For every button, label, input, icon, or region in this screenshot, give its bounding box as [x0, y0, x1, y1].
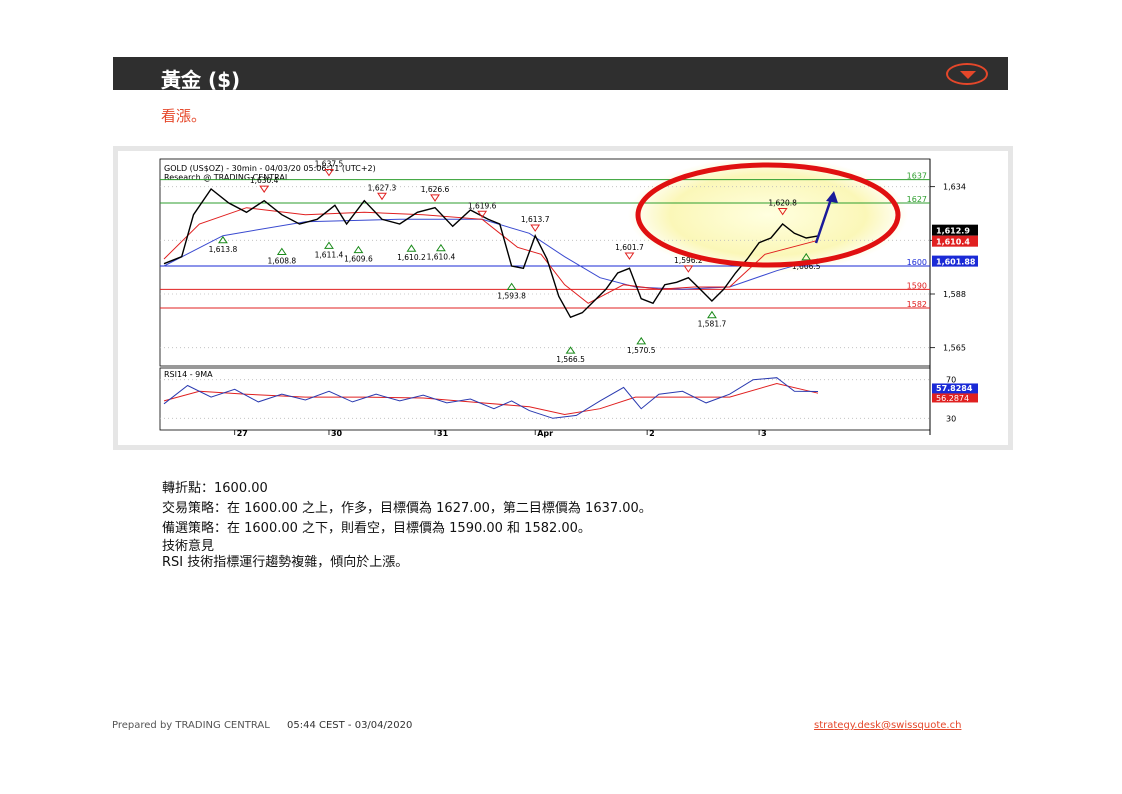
- trading-strategy: 交易策略：在 1600.00 之上，作多，目標價為 1627.00，第二目標價為…: [162, 501, 652, 516]
- footer-info: Prepared by TRADING CENTRAL 05:44 CEST -…: [112, 720, 412, 731]
- rsi-line: [163, 377, 819, 419]
- trough-label: 1,611.4: [315, 250, 344, 259]
- trough-marker: [435, 243, 446, 252]
- peak-marker: [683, 265, 694, 273]
- rsi-plot-area: [159, 367, 931, 431]
- x-tick-label: 31: [437, 429, 449, 438]
- level-label-1590: 1590: [907, 281, 927, 290]
- trough-marker: [636, 336, 647, 345]
- y-tick-label: 1,565: [943, 344, 966, 353]
- level-label-1582: 1582: [907, 300, 927, 309]
- x-tick-label: Apr: [537, 429, 553, 438]
- level-label-1637: 1637: [907, 172, 927, 181]
- comment-text: RSI 技術指標運行趨勢複雜，傾向於上漲。: [162, 555, 409, 570]
- email-link[interactable]: strategy.desk@swissquote.ch: [814, 720, 961, 731]
- trough-marker: [565, 346, 576, 354]
- trough-label: 1,566.5: [556, 355, 585, 364]
- comment-title: 技術意見: [162, 539, 215, 554]
- chart-frame: GOLD (US$OZ) - 30min - 04/03/20 05:06:11…: [113, 146, 1013, 450]
- x-tick-label: 30: [331, 429, 343, 438]
- chart-panel: GOLD (US$OZ) - 30min - 04/03/20 05:06:11…: [118, 151, 1008, 445]
- peak-marker: [430, 194, 440, 202]
- x-tick-label: 2: [649, 429, 655, 438]
- trough-marker: [324, 241, 334, 249]
- outlook-text: 看漲。: [161, 107, 207, 125]
- peak-marker: [624, 252, 635, 260]
- peak-label: 1,620.8: [768, 198, 797, 207]
- peak-label: 1,630.4: [250, 176, 279, 185]
- page-title: 黃金 ($): [161, 68, 241, 92]
- trough-marker: [406, 244, 417, 252]
- trough-label: 1,610.2: [397, 253, 426, 262]
- collapse-toggle-button[interactable]: [946, 63, 988, 85]
- y-tick-label: 1,588: [943, 290, 966, 299]
- rsi-last-value: 57.8284: [936, 384, 973, 393]
- x-tick-label: 27: [237, 429, 248, 438]
- peak-label: 1,627.3: [368, 183, 397, 192]
- trough-marker: [506, 282, 517, 290]
- analysis-notes: 轉折點：1600.00 交易策略：在 1600.00 之上，作多，目標價為 16…: [162, 479, 652, 571]
- price-chart: GOLD (US$OZ) - 30min - 04/03/20 05:06:11…: [159, 157, 978, 438]
- last-price-tag: 1,612.9: [936, 227, 970, 236]
- trough-marker: [353, 245, 364, 254]
- pivot-point: 轉折點：1600.00: [162, 481, 268, 496]
- level-label-1600: 1600: [907, 258, 927, 267]
- alternative-strategy: 備選策略：在 1600.00 之下，則看空，目標價為 1590.00 和 158…: [162, 521, 591, 536]
- trough-label: 1,570.5: [627, 346, 656, 355]
- chevron-down-icon: [960, 71, 976, 79]
- last-ma-slow-tag: 1,601.88: [936, 258, 976, 267]
- trough-label: 1,608.8: [268, 256, 297, 265]
- report-timestamp: 05:44 CEST - 03/04/2020: [286, 720, 413, 731]
- trough-label: 1,593.8: [497, 291, 526, 300]
- prepared-by: Prepared by TRADING CENTRAL: [112, 720, 270, 731]
- y-tick-label: 1,634: [943, 183, 966, 192]
- trough-label: 1,610.4: [427, 253, 456, 262]
- trough-marker: [707, 310, 717, 319]
- peak-label: 1,637.5: [315, 160, 344, 169]
- peak-marker: [377, 192, 387, 201]
- last-ma-fast-tag: 1,610.4: [936, 238, 970, 247]
- rsi-ma-last-value: 56.2874: [936, 394, 969, 403]
- highlight-glow: [628, 157, 908, 273]
- rsi-ma-line: [163, 382, 819, 416]
- rsi-label: RSI14 - 9MA: [164, 370, 213, 379]
- chart-title: GOLD (US$OZ) - 30min - 04/03/20 05:06:11…: [164, 164, 376, 173]
- trough-label: 1,581.7: [698, 320, 727, 329]
- peak-label: 1,626.6: [421, 185, 450, 194]
- x-tick-label: 3: [761, 429, 767, 438]
- trough-marker: [217, 235, 228, 244]
- trough-marker: [276, 247, 287, 255]
- level-label-1627: 1627: [907, 195, 927, 204]
- header-bar: 黃金 ($): [113, 57, 1008, 92]
- peak-marker: [530, 224, 541, 232]
- peak-label: 1,601.7: [615, 243, 644, 252]
- trough-label: 1,609.6: [344, 255, 373, 264]
- trough-label: 1,613.8: [209, 245, 238, 254]
- peak-label: 1,619.6: [468, 201, 497, 210]
- peak-label: 1,613.7: [521, 215, 550, 224]
- rsi-tick-label: 30: [946, 414, 956, 423]
